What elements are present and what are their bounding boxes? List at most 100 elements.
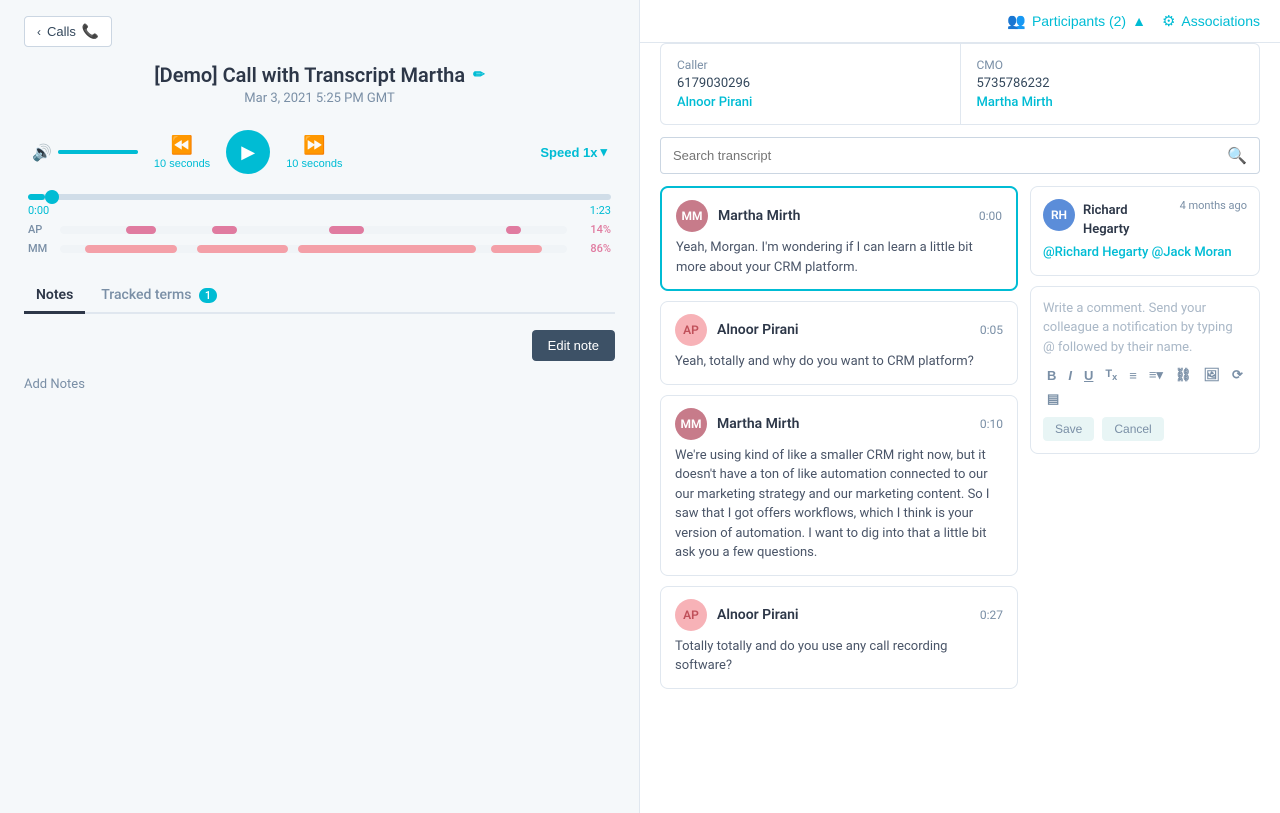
timestamp-3: 0:27 (980, 608, 1003, 622)
toolbar-italic[interactable]: I (1064, 366, 1076, 385)
back-arrow-icon: ‹ (37, 25, 41, 39)
transcript-card-2: MM Martha Mirth 0:10 We're using kind of… (660, 395, 1018, 576)
search-section: 🔍 (640, 125, 1280, 174)
chevron-up-icon: ▲ (1132, 13, 1146, 29)
right-header: 👥 Participants (2) ▲ ⚙ Associations (640, 0, 1280, 43)
timestamp-0: 0:00 (979, 209, 1002, 223)
phone-icon: 📞 (82, 23, 99, 40)
timeline-handle[interactable] (45, 190, 59, 204)
tab-notes[interactable]: Notes (24, 279, 85, 314)
comment-mention-2: @Jack Moran (1152, 245, 1232, 260)
associations-button[interactable]: ⚙ Associations (1162, 12, 1260, 30)
skip-forward-button[interactable]: ⏩ 10 seconds (286, 135, 342, 170)
audio-controls: 🔊 ⏪ 10 seconds ▶ ⏩ 10 seconds Speed 1x ▾ (24, 130, 615, 174)
search-input[interactable] (673, 148, 1219, 163)
speaker-name-0: Martha Mirth (718, 208, 969, 224)
speed-label: Speed 1x (540, 145, 597, 160)
speaker-name-2: Martha Mirth (717, 416, 970, 432)
cmo-phone: 5735786232 (977, 76, 1244, 91)
skip-back-icon: ⏪ (171, 135, 193, 156)
toolbar-table[interactable]: ▤ (1043, 389, 1063, 409)
tab-tracked-terms-label: Tracked terms (101, 287, 191, 303)
speaker-bar-ap-2 (212, 226, 237, 234)
skip-forward-label: 10 seconds (286, 158, 342, 170)
add-notes-link[interactable]: Add Notes (24, 377, 85, 392)
tab-content-notes: Edit note Add Notes (24, 314, 615, 408)
speaker-pct-ap: 14% (575, 223, 611, 236)
write-comment-card: Write a comment. Send your colleague a n… (1030, 286, 1260, 455)
caller-name[interactable]: Alnoor Pirani (677, 95, 944, 110)
transcript-card-3: AP Alnoor Pirani 0:27 Totally totally an… (660, 586, 1018, 689)
transcript-text-0: Yeah, Morgan. I'm wondering if I can lea… (676, 238, 1002, 277)
comment-card: RH Richard Hegarty 4 months ago @Richard… (1030, 186, 1260, 276)
edit-title-icon[interactable]: ✏ (473, 67, 485, 83)
transcript-text-3: Totally totally and do you use any call … (675, 637, 1003, 676)
timeline-labels: 0:00 1:23 (28, 204, 611, 217)
skip-forward-icon: ⏩ (303, 135, 325, 156)
participants-icon: 👥 (1007, 12, 1026, 30)
back-button-label: Calls (47, 24, 76, 39)
transcript-area: MM Martha Mirth 0:00 Yeah, Morgan. I'm w… (640, 174, 1280, 813)
tab-notes-label: Notes (36, 287, 73, 303)
speaker-name-1: Alnoor Pirani (717, 322, 970, 338)
toolbar-embed[interactable]: ⟳ (1228, 365, 1247, 385)
toolbar-text-format[interactable]: Tx (1101, 366, 1121, 384)
transcript-card-0: MM Martha Mirth 0:00 Yeah, Morgan. I'm w… (660, 186, 1018, 291)
speaker-label-mm: MM (28, 242, 52, 255)
speaker-label-ap: AP (28, 223, 52, 236)
timeline-start: 0:00 (28, 204, 49, 217)
avatar-ap-1: AP (675, 314, 707, 346)
avatar-rh: RH (1043, 199, 1075, 231)
timeline-end: 1:23 (590, 204, 611, 217)
write-comment-placeholder[interactable]: Write a comment. Send your colleague a n… (1043, 299, 1247, 358)
call-title-section: [Demo] Call with Transcript Martha ✏ Mar… (24, 63, 615, 106)
speaker-row-mm: MM 86% (28, 242, 611, 255)
edit-note-button[interactable]: Edit note (532, 330, 615, 361)
skip-back-button[interactable]: ⏪ 10 seconds (154, 135, 210, 170)
participants-dropdown: Caller 6179030296 Alnoor Pirani CMO 5735… (660, 43, 1260, 125)
associations-icon: ⚙ (1162, 12, 1175, 30)
save-comment-button[interactable]: Save (1043, 417, 1094, 441)
speaker-bar-ap-3 (329, 226, 364, 234)
transcript-card-1: AP Alnoor Pirani 0:05 Yeah, totally and … (660, 301, 1018, 385)
cmo-name[interactable]: Martha Mirth (977, 95, 1244, 110)
volume-section: 🔊 (32, 143, 138, 162)
speaker-bar-mm-2 (197, 245, 288, 253)
caller-role: Caller (677, 58, 944, 72)
toolbar-underline[interactable]: U (1080, 366, 1097, 385)
toolbar-bold[interactable]: B (1043, 366, 1060, 385)
speaker-track-ap (60, 226, 567, 234)
toolbar-link[interactable]: ⛓ (1171, 365, 1196, 385)
timeline-bar[interactable] (28, 194, 611, 200)
transcript-text-1: Yeah, totally and why do you want to CRM… (675, 352, 1003, 372)
timeline-progress (28, 194, 45, 200)
timeline-section: 0:00 1:23 AP 14% MM 86% (24, 194, 615, 255)
speaker-bar-mm-3 (298, 245, 475, 253)
participant-card-cmo: CMO 5735786232 Martha Mirth (961, 44, 1260, 124)
speaker-bar-ap-4 (506, 226, 521, 234)
toolbar-dropdown[interactable]: ≡▾ (1145, 365, 1167, 385)
toolbar-list[interactable]: ≡ (1125, 366, 1141, 385)
comment-header: RH Richard Hegarty 4 months ago (1043, 199, 1247, 237)
tracked-terms-badge: 1 (199, 288, 217, 303)
comment-text: @Richard Hegarty @Jack Moran (1043, 243, 1247, 263)
tabs-section: Notes Tracked terms 1 Edit note Add Note… (24, 279, 615, 408)
search-box: 🔍 (660, 137, 1260, 174)
comment-toolbar: B I U Tx ≡ ≡▾ ⛓ 🖼 ⟳ ▤ (1043, 365, 1247, 409)
avatar-ap-3: AP (675, 599, 707, 631)
participants-button[interactable]: 👥 Participants (2) ▲ (1007, 12, 1146, 30)
toolbar-image[interactable]: 🖼 (1199, 365, 1224, 385)
play-button[interactable]: ▶ (226, 130, 270, 174)
speed-button[interactable]: Speed 1x ▾ (540, 144, 607, 160)
timestamp-2: 0:10 (980, 417, 1003, 431)
volume-slider[interactable] (58, 150, 138, 154)
tab-tracked-terms[interactable]: Tracked terms 1 (89, 279, 229, 314)
tabs-row: Notes Tracked terms 1 (24, 279, 615, 314)
cmo-role: CMO (977, 58, 1244, 72)
cancel-comment-button[interactable]: Cancel (1102, 417, 1163, 441)
transcript-list: MM Martha Mirth 0:00 Yeah, Morgan. I'm w… (660, 186, 1018, 801)
back-button[interactable]: ‹ Calls 📞 (24, 16, 112, 47)
speaker-bar-mm-4 (491, 245, 542, 253)
call-title-text: [Demo] Call with Transcript Martha (154, 63, 465, 87)
speaker-bar-ap-1 (126, 226, 156, 234)
